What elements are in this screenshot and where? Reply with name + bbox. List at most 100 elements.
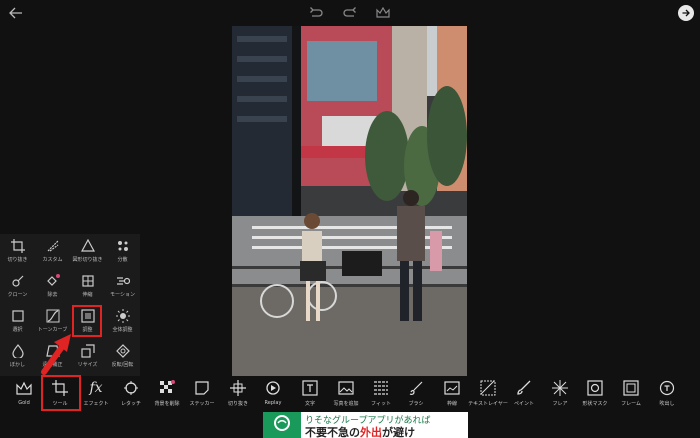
frame-icon [623,380,639,396]
panel-item-select[interactable]: 選択 [0,304,35,339]
bottom-toolbar: Gold ツール fx エフェクト レタッチ 背景を削除 ステッカー 切り抜き … [0,376,700,412]
undo-icon[interactable] [306,3,326,23]
toolbar-item-cutout[interactable]: 切り抜き [221,376,255,412]
toolbar-item-replay[interactable]: Replay [256,376,290,412]
panel-item-label: 選択 [12,327,23,333]
remove-icon [46,274,60,288]
panel-item-shape-crop[interactable]: 図形切り抜き [70,234,105,269]
flip-rotate-icon [115,344,130,358]
toolbar-item-gold[interactable]: Gold [7,376,41,412]
street-photo [232,26,467,376]
panel-item-label: モーション [110,292,135,298]
panel-item-label: 図形切り抜き [72,257,103,263]
panel-item-label: 反転/回転 [111,362,134,368]
resize-icon [80,344,95,358]
motion-icon [116,274,130,288]
toolbar-item-remove-background[interactable]: 背景を削除 [150,376,184,412]
panel-item-label: ぼかし [9,362,25,368]
select-icon [11,309,25,323]
back-arrow-icon[interactable] [6,3,26,23]
panel-item-stretch[interactable]: 伸縮 [70,269,105,304]
tone-curve-icon [46,309,60,323]
toolbar-item-effects[interactable]: fx エフェクト [79,376,113,412]
crown-icon[interactable] [373,3,393,23]
toolbar-item-label: レタッチ [120,401,141,407]
panel-item-blur[interactable]: ぼかし [0,339,35,374]
cutout-icon [230,380,246,396]
toolbar-item-label: テキストレイヤー [468,401,508,407]
panel-item-label: クローン [7,292,28,298]
ad-banner[interactable]: りそなグループアプリがあれば 不要不急の外出が避け [263,412,468,438]
toolbar-item-callout[interactable]: 吹出し [650,376,684,412]
panel-item-remove[interactable]: 除去 [35,269,70,304]
toolbar-item-label: 写真を追加 [333,401,359,407]
toolbar-item-paint[interactable]: ペイント [507,376,541,412]
panel-item-label: 全体調整 [112,327,133,333]
retouch-icon [123,380,139,396]
blur-drop-icon [11,344,25,358]
toolbar-item-text-layer[interactable]: テキストレイヤー [468,376,508,412]
crop-icon [10,239,25,253]
toolbar-item-label: 枠線 [446,401,457,407]
panel-item-enhance[interactable]: 全体調整 [105,304,140,339]
toolbar-item-shape-mask[interactable]: 形状マスク [578,376,612,412]
panel-item-label: 切り抜き [7,257,28,263]
redo-icon[interactable] [340,3,360,23]
panel-item-label: カスタム [42,257,63,263]
toolbar-item-label: 吹出し [659,401,675,407]
panel-item-freeform-crop[interactable]: カスタム [35,234,70,269]
toolbar-item-label: ステッカー [189,401,215,407]
toolbar-item-text[interactable]: 文字 [293,376,327,412]
tools-highlight-box [41,375,81,411]
add-photo-icon [338,380,354,396]
text-icon [302,380,318,396]
panel-item-clone[interactable]: クローン [0,269,35,304]
toolbar-item-border[interactable]: 枠線 [435,376,469,412]
panel-item-dispersion[interactable]: 分散 [105,234,140,269]
toolbar-item-add-photo[interactable]: 写真を追加 [329,376,363,412]
panel-item-label: 除去 [47,292,58,298]
top-bar [0,0,700,26]
panel-item-label: リサイズ [77,362,98,368]
toolbar-item-label: Gold [18,400,30,406]
toolbar-item-sticker[interactable]: ステッカー [185,376,219,412]
fx-icon: fx [89,380,103,396]
bank-logo-icon [263,412,301,438]
toolbar-item-label: フレア [552,401,568,407]
panel-item-label: 分散 [117,257,128,263]
toolbar-item-label: フレーム [621,401,641,407]
toolbar-item-frame[interactable]: フレーム [614,376,648,412]
ad-subline: 不要不急の外出が避け [305,424,415,438]
lens-flare-icon [552,380,568,396]
toolbar-item-label: ブラシ [408,401,424,407]
freeform-crop-icon [46,239,60,253]
stretch-icon [81,274,95,288]
enhance-icon [115,309,130,323]
shape-mask-icon [587,380,603,396]
crown-icon [16,380,32,396]
toolbar-item-lens-flare[interactable]: フレア [543,376,577,412]
toolbar-item-label: Replay [264,400,282,406]
sticker-icon [194,380,210,396]
text-layer-icon [480,380,496,396]
toolbar-item-fit[interactable]: フィット [364,376,398,412]
photo-canvas[interactable] [232,26,467,376]
apply-check-icon[interactable] [678,5,694,21]
toolbar-item-label: エフェクト [83,401,109,407]
fit-icon [373,380,389,396]
panel-item-motion[interactable]: モーション [105,269,140,304]
toolbar-item-retouch[interactable]: レタッチ [114,376,148,412]
toolbar-item-brush[interactable]: ブラシ [399,376,433,412]
panel-item-crop[interactable]: 切り抜き [0,234,35,269]
annotation-arrow-icon [41,334,71,375]
border-icon [444,380,460,396]
remove-background-icon [159,380,175,396]
ad-subline-pre: 不要不急の [305,426,360,438]
callout-icon [659,380,675,396]
dispersion-icon [116,239,130,253]
panel-item-flip-rotate[interactable]: 反転/回転 [105,339,140,374]
toolbar-item-label: ペイント [513,401,534,407]
toolbar-item-label: フィット [371,401,391,407]
toolbar-item-label: 背景を削除 [154,401,180,407]
ad-subline-hot: 外出 [360,426,382,438]
